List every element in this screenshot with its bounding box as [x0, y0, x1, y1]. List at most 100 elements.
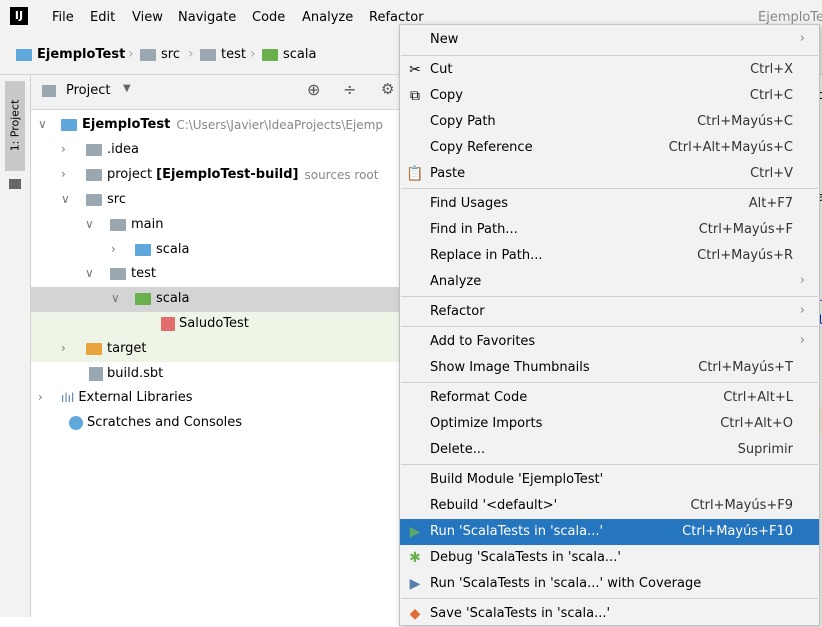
tree-item-main[interactable]: ∨ main: [31, 213, 400, 238]
scratches-icon: [69, 415, 83, 430]
sources-folder-icon: [86, 168, 102, 181]
menu-navigate[interactable]: Navigate: [178, 10, 236, 25]
menu-code[interactable]: Code: [252, 10, 285, 25]
tree-item-saludotest[interactable]: SaludoTest: [31, 312, 400, 337]
chevron-right-icon[interactable]: ›: [61, 341, 66, 355]
menu-item-copy-reference[interactable]: Copy Reference Ctrl+Alt+Mayús+C: [400, 135, 819, 161]
menu-separator: [401, 188, 818, 189]
chevron-right-icon[interactable]: ›: [111, 242, 116, 256]
tree-item-main-scala[interactable]: › scala: [31, 238, 400, 263]
context-menu: New › ✂ Cut Ctrl+X ⧉ Copy Ctrl+C Copy Pa…: [399, 24, 820, 626]
menu-item-show-image-thumbnails[interactable]: Show Image Thumbnails Ctrl+Mayús+T: [400, 355, 819, 381]
tree-item-src[interactable]: ∨ src: [31, 188, 400, 213]
menu-separator: [401, 464, 818, 465]
menu-file[interactable]: File: [52, 10, 74, 25]
clipboard-icon: 📋: [406, 166, 424, 182]
tree-item-target[interactable]: › target: [31, 337, 400, 362]
breadcrumb-item-scala[interactable]: scala: [262, 47, 316, 62]
tree-item-project-root[interactable]: ∨ EjemploTest C:\Users\Javier\IdeaProjec…: [31, 113, 400, 138]
menu-item-find-in-path[interactable]: Find in Path... Ctrl+Mayús+F: [400, 217, 819, 243]
menu-item-save-config[interactable]: ◆ Save 'ScalaTests in 'scala...': [400, 601, 819, 627]
menu-view[interactable]: View: [132, 10, 163, 25]
tree-item-test[interactable]: ∨ test: [31, 262, 400, 287]
excluded-folder-icon: [86, 342, 102, 355]
chevron-right-icon: ›: [799, 273, 805, 288]
menu-item-reformat-code[interactable]: Reformat Code Ctrl+Alt+L: [400, 385, 819, 411]
sbt-file-icon: [89, 366, 103, 381]
breadcrumb-item-src[interactable]: src: [140, 47, 180, 62]
breadcrumb-item-project[interactable]: EjemploTest: [16, 47, 125, 62]
gear-icon[interactable]: ⚙: [381, 80, 394, 98]
menu-item-build-module[interactable]: Build Module 'EjemploTest': [400, 467, 819, 493]
chevron-down-icon[interactable]: ∨: [85, 217, 94, 231]
test-folder-icon: [135, 292, 151, 305]
menu-analyze[interactable]: Analyze: [302, 10, 353, 25]
project-view-selector[interactable]: Project: [66, 83, 110, 98]
menu-item-replace-in-path[interactable]: Replace in Path... Ctrl+Mayús+R: [400, 243, 819, 269]
chevron-down-icon[interactable]: ∨: [85, 266, 94, 280]
menu-item-find-usages[interactable]: Find Usages Alt+F7: [400, 191, 819, 217]
menu-item-debug-scalatests[interactable]: ✱ Debug 'ScalaTests in 'scala...': [400, 545, 819, 571]
structure-icon[interactable]: [9, 179, 21, 189]
menu-separator: [401, 326, 818, 327]
chevron-right-icon[interactable]: ›: [61, 167, 66, 181]
chevron-right-icon: ›: [188, 46, 194, 62]
menu-item-cut[interactable]: ✂ Cut Ctrl+X: [400, 57, 819, 83]
tree-item-idea[interactable]: › .idea: [31, 138, 400, 163]
tree-item-scratches[interactable]: Scratches and Consoles: [31, 411, 400, 436]
project-tool-tab[interactable]: 1: Project: [5, 81, 25, 171]
menu-separator: [401, 382, 818, 383]
tree-item-external-libraries[interactable]: › ılıl External Libraries: [31, 386, 400, 411]
menu-item-new[interactable]: New ›: [400, 27, 819, 53]
folder-icon: [86, 193, 102, 206]
menu-item-rebuild[interactable]: Rebuild '<default>' Ctrl+Mayús+F9: [400, 493, 819, 519]
chevron-right-icon: ›: [799, 333, 805, 348]
menu-item-add-to-favorites[interactable]: Add to Favorites ›: [400, 329, 819, 355]
menu-item-run-with-coverage[interactable]: ▶ Run 'ScalaTests in 'scala...' with Cov…: [400, 571, 819, 597]
menu-item-refactor[interactable]: Refactor ›: [400, 299, 819, 325]
chevron-down-icon[interactable]: ▼: [123, 83, 131, 94]
menu-item-run-scalatests[interactable]: ▶ Run 'ScalaTests in 'scala...' Ctrl+May…: [400, 519, 819, 545]
locate-icon[interactable]: ⊕: [307, 80, 320, 99]
source-folder-icon: [135, 243, 151, 256]
copy-icon: ⧉: [410, 88, 420, 104]
scala-file-icon: [161, 316, 175, 331]
folder-icon: [86, 143, 102, 156]
chevron-down-icon[interactable]: ∨: [111, 291, 120, 305]
project-folder-icon: [61, 118, 77, 131]
library-icon: ılıl: [61, 390, 75, 405]
test-folder-icon: [262, 48, 278, 61]
menu-item-paste[interactable]: 📋 Paste Ctrl+V: [400, 161, 819, 187]
menu-separator: [401, 55, 818, 56]
folder-icon: [110, 267, 126, 280]
breadcrumb-item-test[interactable]: test: [200, 47, 246, 62]
menu-item-delete[interactable]: Delete... Suprimir: [400, 437, 819, 463]
menu-item-copy-path[interactable]: Copy Path Ctrl+Mayús+C: [400, 109, 819, 135]
folder-icon: [140, 48, 156, 61]
chevron-right-icon[interactable]: ›: [61, 142, 66, 156]
tree-item-project-build[interactable]: › project [EjemploTest-build] sources ro…: [31, 163, 400, 188]
menu-item-analyze[interactable]: Analyze ›: [400, 269, 819, 295]
chevron-right-icon: ›: [128, 46, 134, 62]
coverage-icon: ▶: [409, 576, 421, 592]
menu-edit[interactable]: Edit: [90, 10, 115, 25]
scissors-icon: ✂: [409, 62, 421, 78]
project-view-icon: [42, 85, 56, 97]
folder-icon: [200, 48, 216, 61]
menu-refactor[interactable]: Refactor: [369, 10, 424, 25]
chevron-right-icon: ›: [250, 46, 256, 62]
collapse-icon[interactable]: ÷: [343, 80, 356, 99]
chevron-down-icon[interactable]: ∨: [61, 192, 70, 206]
run-icon: ▶: [409, 524, 421, 540]
tree-item-build-sbt[interactable]: build.sbt: [31, 362, 400, 387]
window-title: EjemploTe: [758, 10, 822, 25]
chevron-right-icon[interactable]: ›: [38, 390, 43, 404]
tree-item-test-scala[interactable]: ∨ scala: [31, 287, 400, 312]
chevron-right-icon: ›: [799, 303, 805, 318]
debug-icon: ✱: [409, 550, 421, 566]
chevron-down-icon[interactable]: ∨: [38, 117, 47, 131]
chevron-right-icon: ›: [799, 31, 805, 46]
menu-item-copy[interactable]: ⧉ Copy Ctrl+C: [400, 83, 819, 109]
menu-item-optimize-imports[interactable]: Optimize Imports Ctrl+Alt+O: [400, 411, 819, 437]
folder-icon: [110, 218, 126, 231]
